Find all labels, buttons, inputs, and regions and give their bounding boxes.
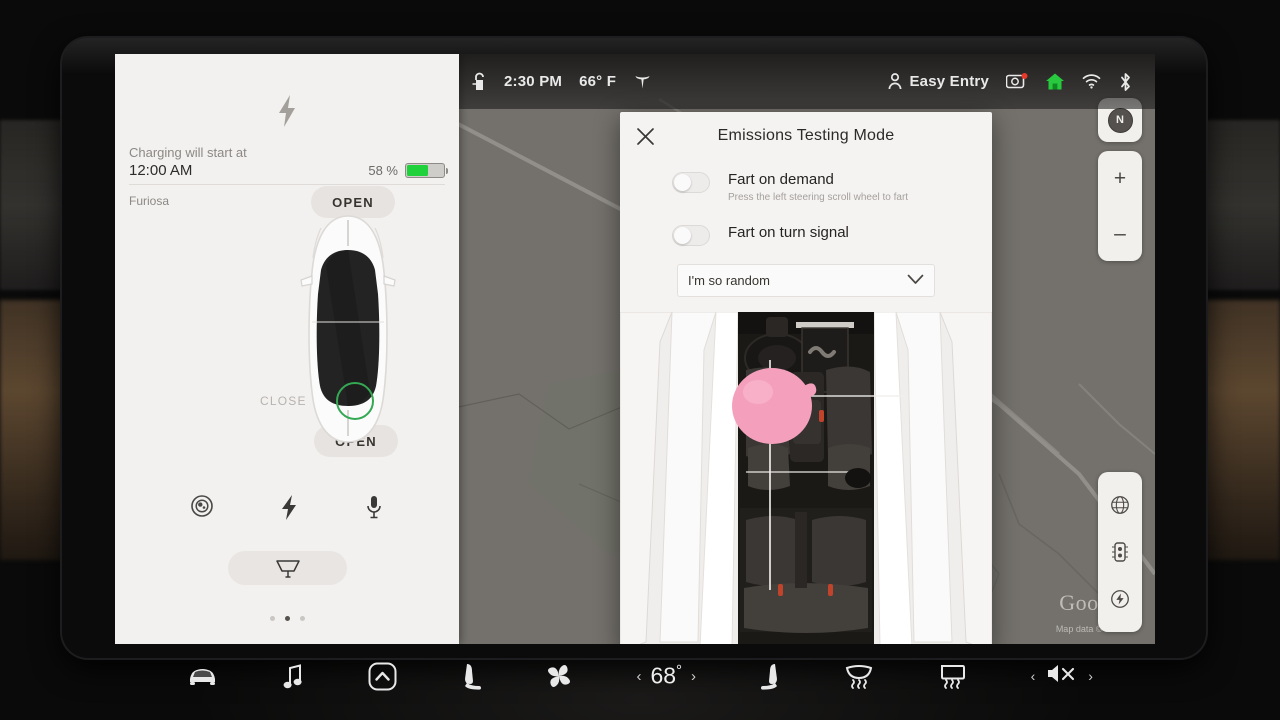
battery-icon (405, 163, 448, 178)
panel-divider (129, 184, 445, 185)
taskbar-fan-button[interactable] (546, 663, 572, 689)
compass-label: N (1107, 107, 1133, 133)
temp-decrease-button[interactable]: ‹ (636, 668, 641, 685)
driver-seat-heater-icon (464, 663, 481, 690)
fart-on-demand-toggle[interactable] (672, 172, 710, 193)
page-dot[interactable] (299, 616, 305, 621)
close-icon[interactable] (633, 124, 657, 148)
rear-defrost-icon (940, 664, 965, 689)
passenger-seat-heater-icon (760, 663, 777, 690)
home-icon[interactable] (1045, 72, 1065, 91)
panel-page-dots[interactable] (115, 616, 459, 621)
volume-muted-icon[interactable] (1046, 663, 1077, 689)
wifi-icon[interactable] (1082, 74, 1101, 89)
infotainment-screen: 227 Google Map data © 2018 W FootLos Oso… (115, 54, 1155, 644)
taskbar-rear-defrost-button[interactable] (938, 664, 966, 689)
temperature-control[interactable]: ‹ 68° › (636, 662, 696, 690)
battery-percent-label: 58 % (368, 163, 398, 178)
zoom-out-button[interactable]: – (1114, 223, 1126, 244)
charging-bolt-header-icon (115, 94, 459, 133)
fart-sound-select[interactable]: I'm so random (677, 264, 935, 297)
windshield-washer-icon (275, 560, 300, 578)
fart-on-turn-signal-toggle[interactable] (672, 225, 710, 246)
app-launcher-icon (368, 662, 397, 690)
fan-icon (547, 665, 570, 687)
map-layer-controls[interactable] (1098, 472, 1142, 632)
battery-status[interactable]: 58 % (368, 163, 448, 180)
zoom-in-button[interactable]: + (1114, 168, 1126, 189)
globe-icon[interactable] (1109, 494, 1131, 516)
emissions-testing-dialog: Emissions Testing Mode Fart on demand Pr… (620, 112, 992, 644)
taskbar-car-button[interactable] (187, 666, 218, 686)
front-defrost-icon (845, 664, 872, 689)
taskbar-front-defrost-button[interactable] (845, 664, 873, 689)
profile-label: Easy Entry (909, 73, 989, 90)
volume-control[interactable]: ‹ › (1031, 663, 1093, 689)
vehicle-controls-panel: Charging will start at 12:00 AM 58 % Fur… (115, 54, 459, 644)
car-interior-image (620, 312, 992, 644)
fart-on-demand-sublabel: Press the left steering scroll wheel to … (728, 192, 909, 203)
temperature-value: 68° (650, 662, 683, 689)
dialog-header: Emissions Testing Mode (620, 112, 992, 160)
microphone-icon[interactable] (364, 494, 384, 526)
dashcam-icon[interactable] (1006, 73, 1028, 90)
car-icon (190, 669, 215, 685)
taskbar-app-launcher-button[interactable] (368, 662, 397, 691)
chevron-down-icon (907, 273, 924, 288)
page-dot[interactable] (284, 616, 290, 621)
dialog-title: Emissions Testing Mode (717, 127, 895, 144)
taskbar-media-button[interactable] (283, 663, 303, 689)
taskbar-driver-seat-heater-button[interactable] (462, 663, 481, 690)
status-bar: 2:30 PM 66° F Easy Entry (459, 54, 1155, 109)
tesla-logo-icon[interactable] (633, 72, 652, 91)
supercharger-icon[interactable] (1109, 588, 1131, 610)
map-zoom-controls[interactable]: + – (1098, 151, 1142, 261)
clock-time[interactable]: 2:30 PM (504, 73, 562, 90)
touchscreen-bezel: 227 Google Map data © 2018 W FootLos Oso… (62, 38, 1206, 658)
fart-sound-value: I'm so random (688, 273, 770, 288)
charging-time: 12:00 AM (129, 162, 193, 179)
profile-easy-entry[interactable]: Easy Entry (888, 73, 989, 90)
page-dot[interactable] (269, 616, 275, 621)
volume-increase-button[interactable]: › (1088, 668, 1093, 684)
camera-icon[interactable] (190, 494, 214, 526)
quick-action-icons (115, 494, 459, 526)
music-note-icon (283, 663, 302, 688)
windshield-washer-button[interactable] (228, 551, 347, 585)
toggle-knob (674, 227, 691, 244)
fart-on-turn-signal-row[interactable]: Fart on turn signal (620, 223, 992, 246)
car-name-label: Furiosa (129, 194, 170, 208)
fart-on-turn-signal-label: Fart on turn signal (728, 224, 849, 241)
charging-bolt-icon[interactable] (279, 494, 299, 526)
bluetooth-icon[interactable] (1118, 72, 1133, 92)
traffic-light-icon[interactable] (1110, 540, 1130, 564)
fart-on-demand-label: Fart on demand (728, 171, 834, 188)
charging-label: Charging will start at (129, 145, 247, 160)
charge-port-indicator[interactable] (336, 382, 374, 420)
outside-temperature: 66° F (579, 73, 617, 90)
person-icon (889, 73, 902, 90)
volume-decrease-button[interactable]: ‹ (1031, 668, 1036, 684)
battery-fill (407, 165, 428, 176)
bottom-taskbar: ‹ 68° › ‹ › (62, 640, 1218, 712)
fart-on-demand-row[interactable]: Fart on demand Press the left steering s… (620, 170, 992, 205)
door-lock-icon[interactable] (472, 72, 487, 92)
temp-increase-button[interactable]: › (691, 668, 696, 685)
charging-status-row: Charging will start at 12:00 AM 58 % (115, 144, 459, 180)
taskbar-passenger-seat-heater-button[interactable] (760, 663, 780, 690)
toggle-knob (674, 174, 691, 191)
degree-symbol: ° (676, 662, 683, 680)
